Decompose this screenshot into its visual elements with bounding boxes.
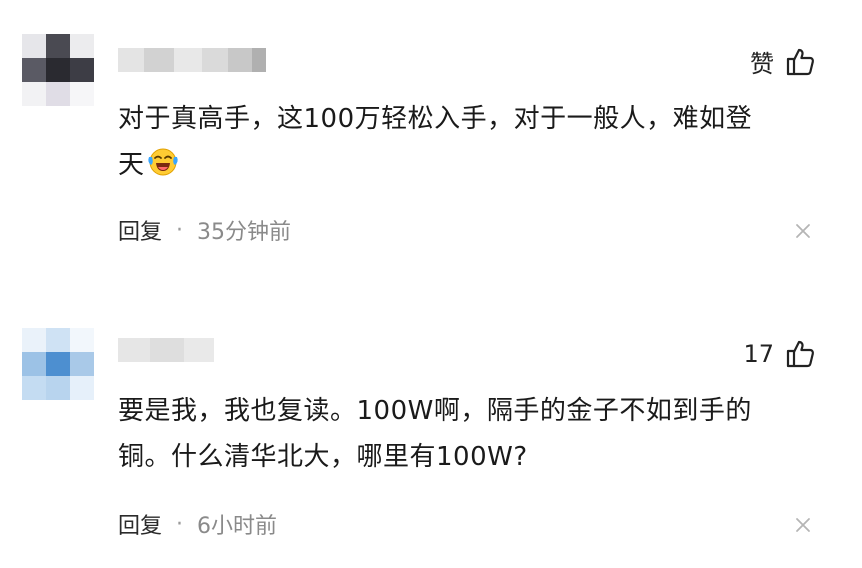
- comment-meta: 回复 · 35分钟前: [118, 214, 291, 246]
- separator-dot: ·: [176, 217, 184, 243]
- avatar[interactable]: [22, 328, 94, 400]
- thumbs-up-icon: [786, 48, 815, 75]
- like-button[interactable]: 赞: [750, 44, 816, 79]
- username-blurred[interactable]: [118, 338, 214, 362]
- comment-item: 17 要是我，我也复读。100W啊，隔手的金子不如到手的 铜。什么清华北大，哪里…: [0, 290, 862, 568]
- comment-text-line: 要是我，我也复读。100W啊，隔手的金子不如到手的: [118, 396, 752, 426]
- close-icon[interactable]: [794, 516, 812, 534]
- avatar[interactable]: [22, 34, 94, 106]
- reply-button[interactable]: 回复: [118, 508, 162, 540]
- comment-text: 要是我，我也复读。100W啊，隔手的金子不如到手的 铜。什么清华北大，哪里有10…: [118, 388, 818, 480]
- comment-text-line: 天: [118, 150, 145, 180]
- comment-text: 对于真高手，这100万轻松入手，对于一般人，难如登 天: [118, 96, 818, 188]
- like-button[interactable]: 17: [743, 338, 816, 370]
- username-blurred[interactable]: [118, 48, 266, 72]
- comment-item: 赞 对于真高手，这100万轻松入手，对于一般人，难如登 天 回复 · 35分钟前: [0, 0, 862, 290]
- thumbs-up-icon: [786, 340, 815, 368]
- comment-text-line: 对于真高手，这100万轻松入手，对于一般人，难如登: [118, 104, 753, 134]
- like-count: 17: [743, 340, 774, 368]
- timestamp: 35分钟前: [197, 220, 292, 245]
- comment-meta: 回复 · 6小时前: [118, 508, 277, 540]
- separator-dot: ·: [176, 511, 184, 537]
- reply-button[interactable]: 回复: [118, 214, 162, 246]
- close-icon[interactable]: [794, 222, 812, 240]
- comment-text-line: 铜。什么清华北大，哪里有100W?: [118, 442, 528, 472]
- timestamp: 6小时前: [197, 514, 278, 539]
- comment-text-line-2: 天: [118, 142, 818, 188]
- laughing-crying-emoji-icon: [147, 148, 178, 176]
- like-label: 赞: [750, 50, 774, 78]
